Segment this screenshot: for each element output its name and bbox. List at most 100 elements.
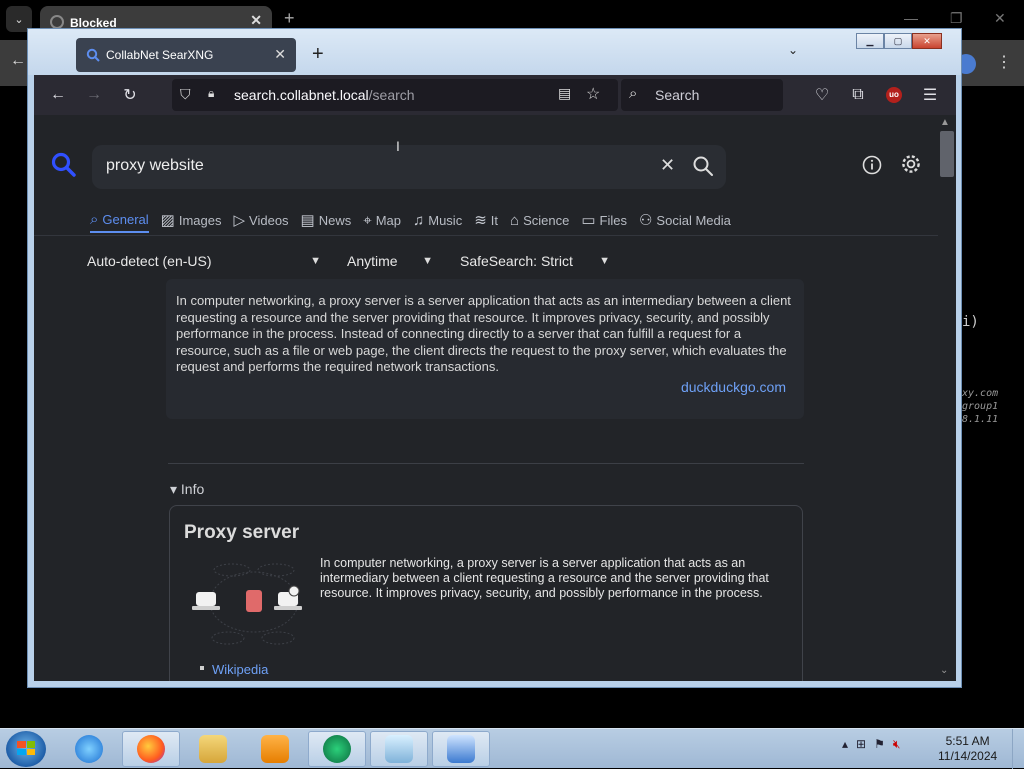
tab-label: News: [318, 212, 352, 228]
wikipedia-link[interactable]: Wikipedia: [212, 662, 268, 677]
taskbar-app[interactable]: [308, 731, 366, 767]
safesearch-select[interactable]: SafeSearch: Strict ▼: [460, 253, 610, 269]
close-icon[interactable]: ✕: [250, 12, 262, 29]
url-text[interactable]: search.collabnet.local/search: [234, 87, 415, 103]
close-button[interactable]: ✕: [912, 33, 942, 49]
language-value: Auto-detect (en-US): [87, 253, 212, 269]
taskbar-firefox[interactable]: [122, 731, 180, 767]
search-filters: Auto-detect (en-US) ▼ Anytime ▼ SafeSear…: [87, 253, 610, 269]
folder-icon: [199, 735, 227, 763]
clock-date: 11/14/2024: [938, 749, 998, 763]
new-tab-icon[interactable]: +: [312, 43, 324, 66]
answer-source-link[interactable]: duckduckgo.com: [681, 379, 786, 395]
chrome-like-icon: [323, 735, 351, 763]
search-box[interactable]: proxy website ✕: [92, 145, 726, 189]
tab-general[interactable]: ⌕ General: [90, 207, 149, 233]
graduation-cap-icon: ⌂: [510, 211, 520, 229]
infobox-description: In computer networking, a proxy server i…: [320, 556, 769, 600]
tab-images[interactable]: ▨ Images: [161, 207, 222, 233]
pocket-icon[interactable]: ♡: [812, 85, 832, 105]
reload-icon[interactable]: ↻: [120, 85, 140, 105]
chevron-down-icon: ▼: [310, 255, 321, 267]
back-icon[interactable]: ←: [48, 85, 68, 105]
taskbar-notepad[interactable]: [370, 731, 428, 767]
tab-science[interactable]: ⌂ Science: [510, 207, 569, 233]
info-toggle[interactable]: ▾ Info: [170, 481, 204, 498]
searxng-logo-icon[interactable]: [50, 151, 76, 177]
tab-social-media[interactable]: ⚇ Social Media: [639, 207, 731, 233]
safesearch-value: SafeSearch: Strict: [460, 253, 573, 269]
search-icon: ⌕: [90, 210, 99, 228]
people-icon: ⚇: [638, 212, 653, 229]
scrollbar[interactable]: [938, 115, 956, 681]
time-range-value: Anytime: [347, 253, 398, 269]
search-icon: ⌕: [629, 85, 638, 102]
tab-music[interactable]: ♫ Music: [413, 207, 462, 233]
searxng-favicon-icon: [86, 48, 100, 62]
layers-icon: ≋: [474, 212, 487, 229]
time-range-select[interactable]: Anytime ▼: [347, 253, 433, 269]
clock[interactable]: 5:51 AM 11/14/2024: [938, 734, 997, 764]
search-bar[interactable]: ⌕ Search: [621, 79, 783, 111]
section-divider: [168, 463, 804, 464]
window-controls: ▁ ▢ ✕: [856, 33, 942, 49]
remote-desktop-icon: [447, 735, 475, 763]
taskbar-explorer[interactable]: [184, 731, 242, 767]
tab-videos[interactable]: ▷ Videos: [233, 207, 288, 233]
volume-muted-icon[interactable]: 🔇︎: [893, 737, 901, 752]
show-hidden-icons-icon[interactable]: ▴: [842, 737, 848, 752]
back-arrow-icon[interactable]: ←: [10, 52, 26, 70]
newspaper-icon: ▤: [300, 212, 315, 229]
tab-label: Map: [375, 212, 401, 228]
search-input[interactable]: proxy website: [106, 157, 204, 175]
reader-view-icon[interactable]: ▤: [558, 85, 571, 102]
tab-news[interactable]: ▤ News: [301, 207, 352, 233]
network-icon[interactable]: ⊞: [856, 737, 866, 752]
infobox-title: Proxy server: [184, 522, 300, 543]
shield-icon[interactable]: ⛉: [180, 86, 191, 103]
search-submit-icon[interactable]: [692, 155, 714, 177]
answer-box: In computer networking, a proxy server i…: [166, 279, 804, 419]
new-tab-icon[interactable]: +: [284, 8, 295, 29]
ublock-icon[interactable]: uo: [884, 85, 904, 105]
menu-dots-icon[interactable]: ⋮: [996, 52, 1012, 72]
url-bar[interactable]: ⛉ 🔒︎ search.collabnet.local/search ▤ ☆: [172, 79, 618, 111]
restore-icon[interactable]: ❐: [950, 10, 963, 27]
list-all-tabs-icon[interactable]: ⌄: [788, 43, 798, 57]
taskbar-remote-desktop[interactable]: [432, 731, 490, 767]
clock-time: 5:51 AM: [945, 734, 990, 748]
tab-files[interactable]: ▭ Files: [581, 207, 627, 233]
list-bullet: [200, 666, 204, 670]
language-select[interactable]: Auto-detect (en-US) ▼: [87, 253, 321, 269]
scroll-down-icon[interactable]: ⌄: [940, 665, 948, 676]
lock-icon[interactable]: 🔒︎: [208, 86, 214, 101]
taskbar-internet-explorer[interactable]: [60, 731, 118, 767]
close-window-icon[interactable]: ✕: [994, 10, 1006, 27]
internet-explorer-icon: [75, 735, 103, 763]
tab-label: Images: [178, 212, 222, 228]
gear-icon[interactable]: [900, 153, 922, 175]
chevron-down-icon: ▼: [599, 255, 610, 267]
tab-map[interactable]: ⌖ Map: [363, 207, 401, 233]
map-pin-icon: ⌖: [363, 211, 372, 229]
scrollbar-thumb[interactable]: [940, 131, 954, 177]
proxy-diagram-image: [192, 563, 302, 645]
hamburger-menu-icon[interactable]: ☰: [920, 85, 940, 105]
minimize-button[interactable]: ▁: [856, 33, 884, 49]
info-icon[interactable]: [862, 155, 882, 175]
titlebar: CollabNet SearXNG ✕ + ⌄ ▁ ▢ ✕: [28, 29, 961, 75]
taskbar-media-player[interactable]: [246, 731, 304, 767]
tab-searxng[interactable]: CollabNet SearXNG ✕: [76, 38, 296, 72]
forward-icon[interactable]: →: [84, 85, 104, 105]
category-tabs: ⌕ General ▨ Images ▷ Videos ▤ News ⌖ Map ♫ Mus…: [90, 207, 743, 237]
minimize-icon[interactable]: —: [904, 10, 918, 26]
show-desktop-button[interactable]: [1012, 729, 1024, 769]
flag-icon[interactable]: ⚑: [874, 737, 885, 752]
maximize-button[interactable]: ▢: [884, 33, 912, 49]
close-tab-icon[interactable]: ✕: [274, 46, 286, 63]
scroll-up-icon[interactable]: ▲: [940, 117, 950, 128]
clear-icon[interactable]: ✕: [660, 155, 675, 176]
tab-it[interactable]: ≋ It: [474, 207, 498, 233]
extensions-icon[interactable]: ⧉: [848, 85, 868, 105]
bookmark-star-icon[interactable]: ☆: [586, 84, 600, 104]
